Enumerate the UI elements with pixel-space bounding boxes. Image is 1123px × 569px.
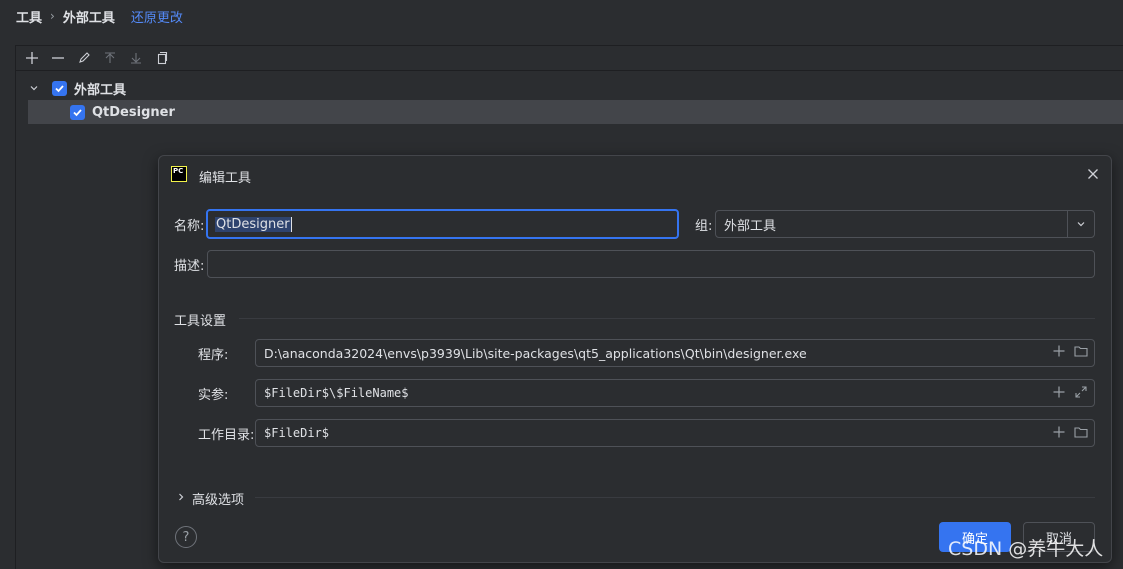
text-caret	[290, 216, 292, 232]
section-divider	[239, 318, 1095, 319]
arguments-label: 实参:	[198, 388, 229, 403]
toolbar	[16, 46, 1123, 71]
description-label: 描述:	[174, 259, 205, 274]
dialog-title: 编辑工具	[199, 171, 252, 186]
move-down-icon[interactable]	[126, 48, 146, 68]
folder-icon[interactable]	[1074, 425, 1088, 442]
pycharm-logo-icon: PC	[171, 166, 187, 182]
revert-changes-link[interactable]: 还原更改	[131, 7, 183, 26]
item-checkbox[interactable]	[70, 104, 85, 120]
breadcrumb-root[interactable]: 工具	[16, 7, 42, 26]
program-field-value: D:\anaconda32024\envs\p3939\Lib\site-pac…	[264, 345, 807, 361]
chevron-down-icon[interactable]	[26, 83, 42, 93]
advanced-divider	[255, 497, 1095, 498]
working-directory-field-value: $FileDir$	[264, 426, 330, 440]
program-field-icons	[1052, 340, 1088, 366]
edit-pencil-icon[interactable]	[74, 48, 94, 68]
advanced-options-label: 高级选项	[192, 493, 245, 508]
name-field-value: QtDesigner	[215, 216, 291, 232]
plus-icon[interactable]	[1052, 344, 1066, 362]
working-directory-field[interactable]: $FileDir$	[255, 419, 1095, 447]
move-up-icon[interactable]	[100, 48, 120, 68]
expand-icon[interactable]	[1074, 385, 1088, 402]
chevron-down-icon[interactable]	[1067, 211, 1094, 237]
program-field[interactable]: D:\anaconda32024\envs\p3939\Lib\site-pac…	[255, 339, 1095, 367]
group-combobox-value: 外部工具	[724, 218, 777, 234]
working-directory-field-icons	[1052, 420, 1088, 446]
help-button[interactable]: ?	[175, 526, 197, 548]
chevron-right-icon	[176, 491, 186, 506]
plus-icon[interactable]	[1052, 425, 1066, 442]
tree-item-row[interactable]: QtDesigner	[28, 100, 1123, 124]
tree-group-row[interactable]: 外部工具	[26, 76, 1116, 100]
tool-settings-header: 工具设置	[174, 314, 227, 329]
arguments-field[interactable]: $FileDir$\$FileName$	[255, 379, 1095, 407]
working-directory-label: 工作目录:	[198, 428, 255, 443]
group-combobox[interactable]: 外部工具	[715, 210, 1095, 238]
arguments-field-value: $FileDir$\$FileName$	[264, 386, 409, 400]
copy-icon[interactable]	[152, 48, 172, 68]
watermark: CSDN @养牛大人	[948, 538, 1104, 560]
name-label: 名称:	[174, 219, 205, 234]
advanced-options-toggle[interactable]: 高级选项	[176, 489, 244, 508]
breadcrumb: 工具 › 外部工具 还原更改	[16, 6, 183, 26]
group-checkbox[interactable]	[52, 80, 67, 96]
chevron-right-icon: ›	[50, 9, 55, 23]
description-field[interactable]	[207, 250, 1095, 278]
edit-tool-dialog: PC 编辑工具 名称: QtDesigner 组: 外部工具 描述: 工具设置 …	[158, 155, 1112, 563]
folder-icon[interactable]	[1074, 344, 1088, 362]
add-icon[interactable]	[22, 48, 42, 68]
remove-icon[interactable]	[48, 48, 68, 68]
close-icon[interactable]	[1085, 166, 1101, 182]
program-label: 程序:	[198, 348, 229, 363]
tree-group-label: 外部工具	[74, 82, 127, 98]
group-label: 组:	[695, 219, 713, 234]
plus-icon[interactable]	[1052, 385, 1066, 402]
tree-item-label: QtDesigner	[92, 104, 175, 120]
arguments-field-icons	[1052, 380, 1088, 406]
name-field[interactable]: QtDesigner	[206, 209, 679, 239]
breadcrumb-current: 外部工具	[62, 10, 115, 26]
